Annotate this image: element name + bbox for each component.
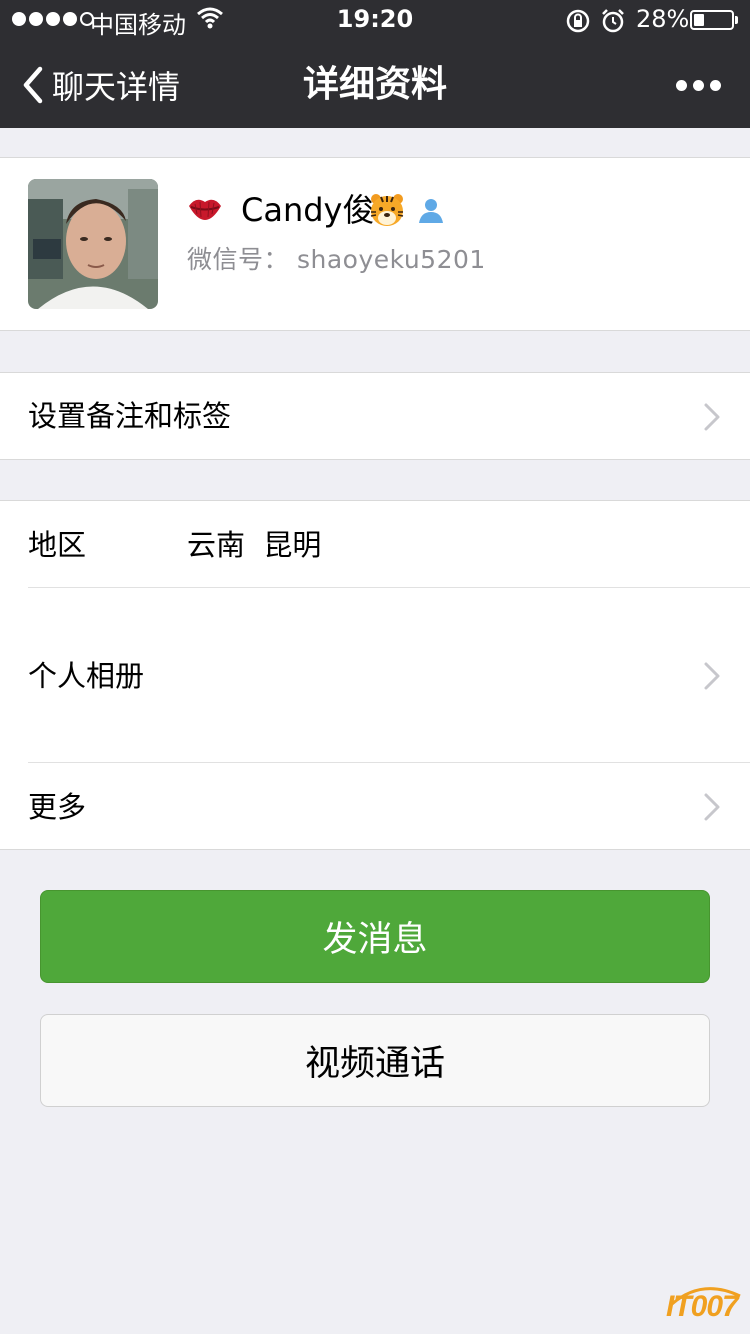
- profile-card: Candy俊 微信号： shaoyeku5201: [0, 157, 750, 331]
- battery-icon: [690, 10, 738, 30]
- ellipsis-icon: [676, 79, 687, 91]
- battery-fill: [694, 14, 704, 26]
- avatar-photo: [28, 179, 158, 309]
- person-icon: [419, 199, 443, 223]
- lips-icon: [189, 199, 221, 220]
- wechat-id-label: 微信号：: [187, 245, 290, 274]
- tiger-face-icon: [370, 194, 404, 226]
- status-bar: 中国移动 19:20 28%: [0, 0, 750, 40]
- battery-percentage: 28%: [636, 5, 690, 33]
- remark-tags-label: 设置备注和标签: [28, 399, 232, 433]
- watermark-text: IT007: [666, 1290, 739, 1323]
- chevron-right-icon: [704, 403, 720, 431]
- chevron-right-icon: [704, 662, 720, 690]
- chevron-left-icon: [23, 66, 43, 104]
- alarm-icon: [602, 9, 624, 33]
- personal-album-row[interactable]: 个人相册: [0, 588, 750, 762]
- rotation-lock-icon: [566, 9, 590, 33]
- info-group: 地区 云南 昆明 个人相册 更多: [0, 500, 750, 850]
- avatar[interactable]: [28, 179, 158, 309]
- back-label: 聊天详情: [52, 68, 181, 106]
- remark-tags-row[interactable]: 设置备注和标签: [0, 372, 750, 460]
- top-header: 中国移动 19:20 28% 聊天详情 详细资料: [0, 0, 750, 128]
- video-call-button[interactable]: 视频通话: [40, 1014, 710, 1107]
- wechat-id-value: shaoyeku5201: [296, 245, 486, 274]
- personal-album-label: 个人相册: [28, 659, 145, 693]
- more-label: 更多: [28, 790, 87, 824]
- region-label: 地区: [28, 528, 87, 562]
- chevron-right-icon: [704, 793, 720, 821]
- more-row[interactable]: 更多: [0, 763, 750, 851]
- more-options-button[interactable]: [676, 70, 726, 100]
- watermark-logo: IT007: [662, 1282, 748, 1330]
- region-value: 云南 昆明: [187, 528, 322, 562]
- back-button[interactable]: 聊天详情: [18, 60, 180, 110]
- wechat-id: 微信号： shaoyeku5201: [187, 242, 486, 278]
- nickname: Candy俊: [241, 191, 375, 229]
- send-message-button[interactable]: 发消息: [40, 890, 710, 983]
